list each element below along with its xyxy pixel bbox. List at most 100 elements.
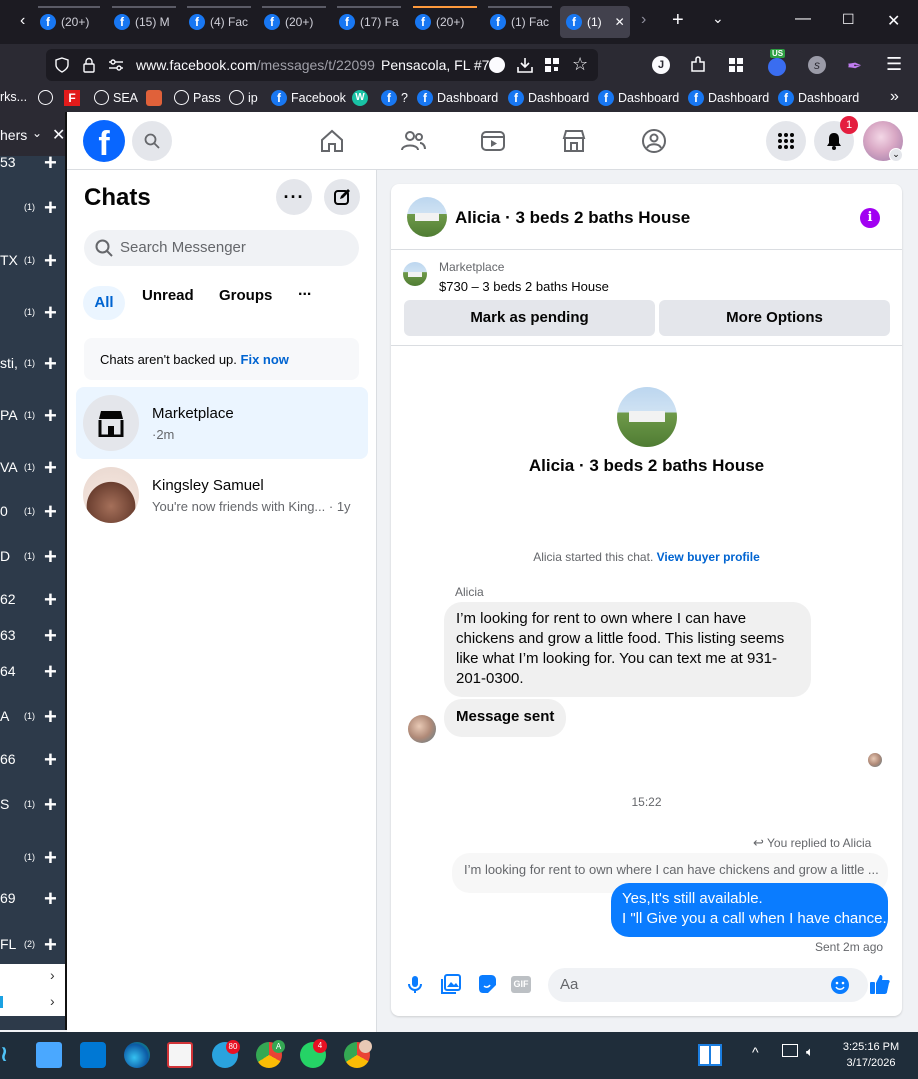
url-text[interactable]: www.facebook.com/messages/t/22099 bbox=[136, 57, 375, 73]
add-icon[interactable]: + bbox=[44, 623, 57, 649]
bookmark-item[interactable]: f Dashboard bbox=[508, 90, 589, 106]
qr-grid-icon[interactable] bbox=[544, 57, 560, 73]
add-icon[interactable]: + bbox=[44, 150, 57, 176]
bookmark-item[interactable]: SEA bbox=[94, 90, 138, 105]
sticker-icon[interactable] bbox=[477, 974, 497, 994]
filter-unread[interactable]: Unread bbox=[142, 287, 194, 304]
side-panel-row[interactable]: VA (1) + bbox=[0, 453, 65, 483]
volume-icon[interactable]: 🔈︎ bbox=[806, 1044, 814, 1060]
chat-list-item[interactable]: Marketplace ·2m bbox=[76, 387, 368, 459]
marketplace-icon[interactable] bbox=[561, 128, 587, 154]
filter-all[interactable]: All bbox=[83, 286, 125, 320]
side-panel-row[interactable]: 53 + bbox=[0, 148, 65, 178]
record-dot-icon[interactable] bbox=[489, 57, 505, 73]
listing-large-avatar[interactable] bbox=[617, 387, 677, 447]
side-panel-row[interactable]: PA (1) + bbox=[0, 401, 65, 431]
close-tab-icon[interactable]: ✕ bbox=[615, 15, 625, 29]
snipping-tool-icon[interactable] bbox=[167, 1042, 193, 1068]
info-icon[interactable]: i bbox=[860, 208, 880, 228]
add-icon[interactable]: + bbox=[44, 747, 57, 773]
close-window-icon[interactable]: ✕ bbox=[887, 11, 900, 31]
address-bar[interactable]: www.facebook.com/messages/t/22099 Pensac… bbox=[46, 49, 598, 81]
bookmark-item[interactable]: f Dashboard bbox=[598, 90, 679, 106]
message-sent-bubble[interactable]: Message sent bbox=[444, 699, 567, 737]
bookmark-item[interactable]: rks... bbox=[0, 90, 27, 104]
friends-icon[interactable] bbox=[400, 128, 426, 154]
add-icon[interactable]: + bbox=[44, 351, 57, 377]
add-icon[interactable]: + bbox=[44, 403, 57, 429]
outgoing-message-bubble[interactable]: Yes,It's still available. I "ll Give you… bbox=[611, 883, 888, 937]
listing-thumbnail[interactable] bbox=[403, 262, 427, 286]
home-icon[interactable] bbox=[319, 128, 345, 154]
edge-browser-icon[interactable] bbox=[124, 1042, 150, 1068]
bookmark-item[interactable]: F bbox=[64, 90, 80, 106]
notepad-app-icon[interactable] bbox=[36, 1042, 62, 1068]
bookmark-item[interactable]: f Facebook bbox=[271, 90, 346, 106]
bookmarks-overflow-icon[interactable]: » bbox=[890, 88, 899, 106]
chevron-right-icon[interactable]: › bbox=[50, 967, 55, 983]
browser-tab[interactable]: f (4) Fac bbox=[183, 6, 255, 38]
side-panel-row[interactable]: 64 + bbox=[0, 657, 65, 687]
bookmark-item[interactable]: f Dashboard bbox=[778, 90, 859, 106]
new-message-button[interactable] bbox=[324, 179, 360, 215]
search-button[interactable] bbox=[132, 121, 172, 161]
add-icon[interactable]: + bbox=[44, 499, 57, 525]
apps-grid-icon[interactable] bbox=[727, 56, 745, 74]
feather-extension-icon[interactable]: ✒ bbox=[847, 56, 862, 77]
facebook-logo-icon[interactable]: f bbox=[83, 120, 125, 162]
add-icon[interactable]: + bbox=[44, 704, 57, 730]
side-panel-row[interactable]: 66 + bbox=[0, 745, 65, 775]
outlook-app-icon[interactable] bbox=[80, 1042, 106, 1068]
browser-tab[interactable]: f (20+) bbox=[409, 6, 481, 38]
chat-list-item[interactable]: Kingsley Samuel You're now friends with … bbox=[76, 459, 368, 531]
tab-list-chevron-icon[interactable]: ⌄ bbox=[712, 10, 724, 27]
side-panel-row[interactable]: (1) + bbox=[0, 298, 65, 328]
side-panel-row[interactable]: TX (1) + bbox=[0, 246, 65, 276]
bookmark-item[interactable]: f? bbox=[381, 90, 408, 106]
browser-tab[interactable]: f (1) Fac bbox=[484, 6, 556, 38]
video-icon[interactable] bbox=[480, 128, 506, 154]
extensions-puzzle-icon[interactable] bbox=[689, 56, 707, 74]
chevron-down-icon[interactable]: ⌄ bbox=[32, 126, 42, 140]
bookmark-item[interactable]: W bbox=[352, 90, 368, 106]
bookmark-item[interactable]: Pass bbox=[174, 90, 221, 105]
bookmark-item[interactable] bbox=[146, 90, 162, 106]
chats-options-button[interactable]: ··· bbox=[276, 179, 312, 215]
add-icon[interactable]: + bbox=[44, 659, 57, 685]
side-panel-row[interactable]: 0 (1) + bbox=[0, 497, 65, 527]
filter-groups[interactable]: Groups bbox=[219, 287, 272, 304]
browser-tab-active[interactable]: f (1) ✕ bbox=[560, 6, 630, 38]
bookmark-item[interactable] bbox=[38, 90, 53, 105]
task-view-icon[interactable] bbox=[698, 1044, 722, 1066]
widgets-icon[interactable]: ≀ bbox=[0, 1041, 8, 1067]
search-messenger-input[interactable]: Search Messenger bbox=[84, 230, 359, 266]
side-panel-row[interactable]: (1) + bbox=[0, 843, 65, 873]
maximize-icon[interactable]: ☐ bbox=[842, 11, 855, 28]
minimize-icon[interactable]: — bbox=[795, 10, 811, 28]
side-panel-footer-row[interactable]: › bbox=[0, 990, 65, 1016]
bookmark-star-icon[interactable]: ☆ bbox=[572, 54, 588, 75]
emoji-icon[interactable] bbox=[830, 975, 850, 995]
mark-as-pending-button[interactable]: Mark as pending bbox=[404, 300, 655, 336]
close-panel-icon[interactable]: ✕ bbox=[52, 125, 65, 145]
side-panel-row[interactable]: FL (2) + bbox=[0, 930, 65, 960]
side-panel-row[interactable]: (1) + bbox=[0, 193, 65, 223]
listing-avatar[interactable] bbox=[407, 197, 447, 237]
tab-scroll-left-icon[interactable]: ‹ bbox=[20, 12, 25, 30]
message-input[interactable]: Aa bbox=[548, 968, 868, 1002]
view-buyer-profile-link[interactable]: View buyer profile bbox=[657, 550, 760, 564]
add-icon[interactable]: + bbox=[44, 248, 57, 274]
photo-gallery-icon[interactable] bbox=[441, 974, 461, 994]
extension-j-icon[interactable]: J bbox=[652, 56, 670, 74]
listing-price-title[interactable]: $730 – 3 beds 2 baths House bbox=[439, 279, 609, 294]
add-icon[interactable]: + bbox=[44, 792, 57, 818]
like-thumbs-up-icon[interactable] bbox=[869, 973, 891, 995]
microphone-icon[interactable] bbox=[405, 974, 425, 994]
more-options-button[interactable]: More Options bbox=[659, 300, 890, 336]
account-chevron-icon[interactable]: ⌄ bbox=[889, 148, 903, 162]
filter-more-button[interactable]: ... bbox=[298, 282, 311, 300]
side-panel-row[interactable]: D (1) + bbox=[0, 542, 65, 572]
extension-s-icon[interactable]: s bbox=[808, 56, 826, 74]
add-icon[interactable]: + bbox=[44, 932, 57, 958]
browser-tab[interactable]: f (15) M bbox=[108, 6, 180, 38]
